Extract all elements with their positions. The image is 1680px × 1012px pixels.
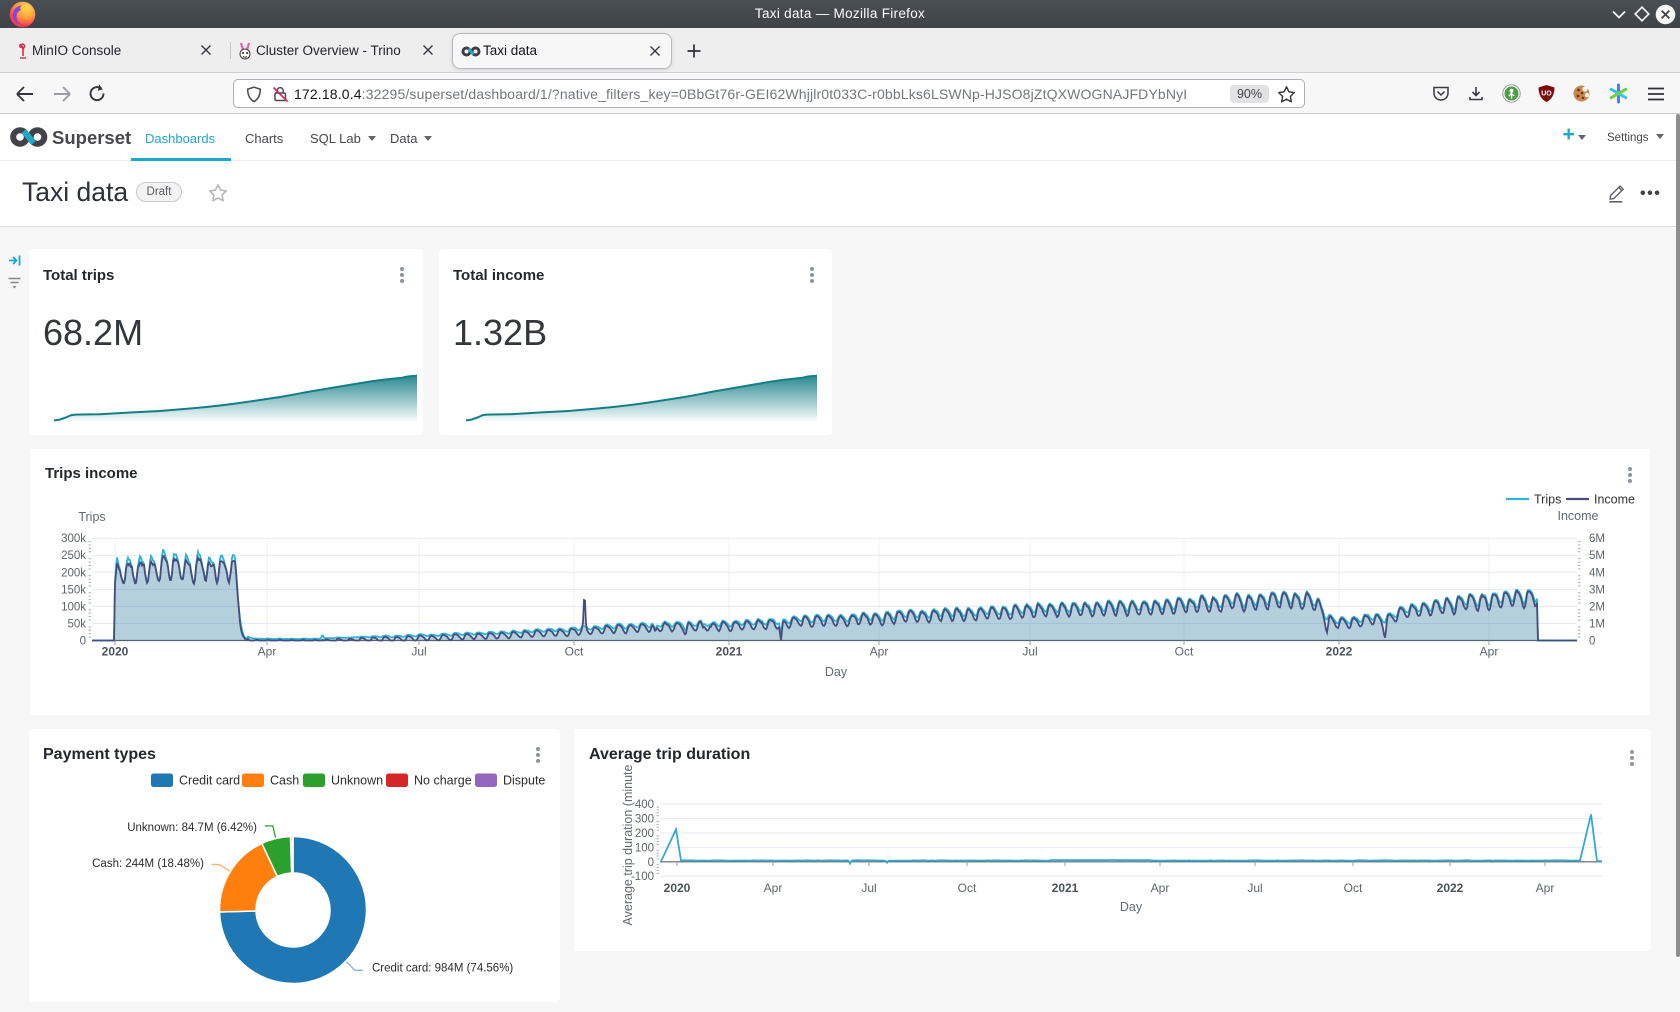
svg-text:2020: 2020 xyxy=(664,881,691,895)
svg-text:Jul: Jul xyxy=(1247,881,1262,895)
svg-text:Apr: Apr xyxy=(1151,881,1170,895)
svg-text:200: 200 xyxy=(635,828,654,840)
svg-text:Apr: Apr xyxy=(1536,881,1555,895)
svg-text:Dispute: Dispute xyxy=(503,774,545,788)
svg-text:No charge: No charge xyxy=(414,774,472,788)
svg-text:Jul: Jul xyxy=(411,645,426,659)
svg-text:2M: 2M xyxy=(1589,601,1605,613)
svg-text:Income: Income xyxy=(1558,509,1599,523)
svg-text:Oct: Oct xyxy=(565,645,584,659)
svg-text:Credit card: 984M (74.56%): Credit card: 984M (74.56%) xyxy=(372,963,513,975)
svg-text:Trips: Trips xyxy=(1534,493,1561,507)
svg-text:100k: 100k xyxy=(61,601,86,613)
svg-text:Jul: Jul xyxy=(1022,645,1037,659)
svg-text:Day: Day xyxy=(1120,900,1143,914)
svg-text:300: 300 xyxy=(635,814,654,826)
svg-text:2022: 2022 xyxy=(1326,645,1353,659)
svg-text:Cash: Cash xyxy=(270,774,299,788)
svg-text:Apr: Apr xyxy=(870,645,889,659)
svg-text:2022: 2022 xyxy=(1437,881,1464,895)
svg-text:0: 0 xyxy=(1589,636,1595,648)
svg-text:0: 0 xyxy=(80,636,86,648)
svg-text:Unknown: Unknown xyxy=(331,774,383,788)
svg-text:Apr: Apr xyxy=(1480,645,1499,659)
svg-text:6M: 6M xyxy=(1589,533,1605,545)
svg-text:2021: 2021 xyxy=(1052,881,1079,895)
svg-text:4M: 4M xyxy=(1589,567,1605,579)
svg-text:150k: 150k xyxy=(61,584,86,596)
svg-text:Day: Day xyxy=(825,665,848,679)
svg-text:Cash: 244M (18.48%): Cash: 244M (18.48%) xyxy=(92,858,204,870)
svg-text:Average trip duration (minute: Average trip duration (minute xyxy=(621,764,635,925)
svg-text:250k: 250k xyxy=(61,550,86,562)
svg-text:400: 400 xyxy=(635,799,654,811)
svg-text:Apr: Apr xyxy=(258,645,277,659)
svg-text:50k: 50k xyxy=(67,619,86,631)
svg-text:5M: 5M xyxy=(1589,550,1605,562)
svg-text:200k: 200k xyxy=(61,567,86,579)
svg-text:100: 100 xyxy=(635,842,654,854)
svg-text:Apr: Apr xyxy=(764,881,783,895)
svg-text:Oct: Oct xyxy=(1175,645,1194,659)
svg-text:Oct: Oct xyxy=(958,881,977,895)
svg-text:Trips: Trips xyxy=(78,510,105,524)
svg-text:300k: 300k xyxy=(61,533,86,545)
svg-text:Income: Income xyxy=(1594,493,1635,507)
svg-text:2020: 2020 xyxy=(102,645,129,659)
svg-text:Oct: Oct xyxy=(1344,881,1363,895)
svg-text:3M: 3M xyxy=(1589,584,1605,596)
svg-text:0: 0 xyxy=(648,857,654,869)
svg-text:Credit card: Credit card xyxy=(179,774,240,788)
svg-text:2021: 2021 xyxy=(716,645,743,659)
svg-text:1M: 1M xyxy=(1589,619,1605,631)
svg-text:Jul: Jul xyxy=(861,881,876,895)
svg-text:Unknown: 84.7M (6.42%): Unknown: 84.7M (6.42%) xyxy=(127,822,257,834)
